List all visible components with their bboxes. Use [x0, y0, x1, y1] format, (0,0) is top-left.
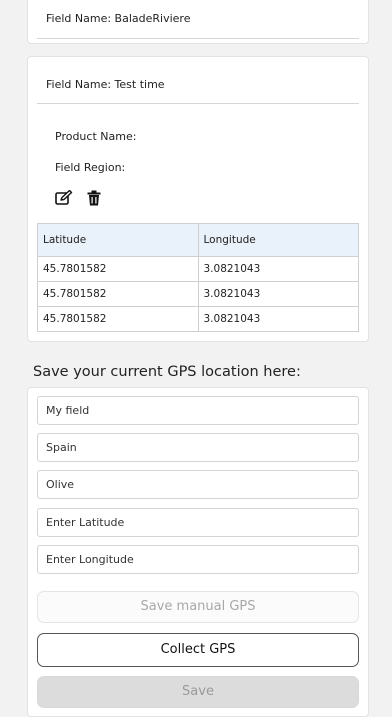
latitude-cell: 45.7801582: [37, 306, 199, 332]
field-name-title: Field Name: BaladeRiviere: [46, 12, 191, 25]
column-header-latitude: Latitude: [37, 223, 199, 257]
latitude-cell: 45.7801582: [37, 256, 199, 282]
trash-icon[interactable]: [87, 190, 103, 206]
save-manual-gps-button[interactable]: Save manual GPS: [37, 591, 359, 623]
longitude-input[interactable]: [37, 545, 359, 574]
divider: [37, 103, 359, 104]
latitude-cell: 45.7801582: [37, 281, 199, 307]
field-name-title: Field Name: Test time: [46, 78, 165, 91]
product-input[interactable]: [37, 470, 359, 499]
longitude-cell: 3.0821043: [197, 256, 359, 282]
table-row: 45.7801582 3.0821043: [37, 281, 359, 307]
coordinates-table: Latitude Longitude 45.7801582 3.0821043 …: [37, 223, 359, 332]
latitude-input[interactable]: [37, 508, 359, 537]
longitude-cell: 3.0821043: [197, 306, 359, 332]
edit-icon[interactable]: [55, 189, 73, 206]
divider: [37, 38, 359, 39]
field-name-input[interactable]: [37, 396, 359, 425]
table-row: 45.7801582 3.0821043: [37, 306, 359, 332]
region-input[interactable]: [37, 433, 359, 462]
table-row: 45.7801582 3.0821043: [37, 256, 359, 282]
product-name-label: Product Name:: [55, 130, 137, 143]
table-header-row: Latitude Longitude: [37, 223, 359, 257]
field-region-label: Field Region:: [55, 161, 126, 174]
column-header-longitude: Longitude: [197, 223, 359, 257]
collect-gps-button[interactable]: Collect GPS: [37, 633, 359, 667]
gps-section-title: Save your current GPS location here:: [33, 364, 301, 380]
longitude-cell: 3.0821043: [197, 281, 359, 307]
save-button[interactable]: Save: [37, 676, 359, 708]
